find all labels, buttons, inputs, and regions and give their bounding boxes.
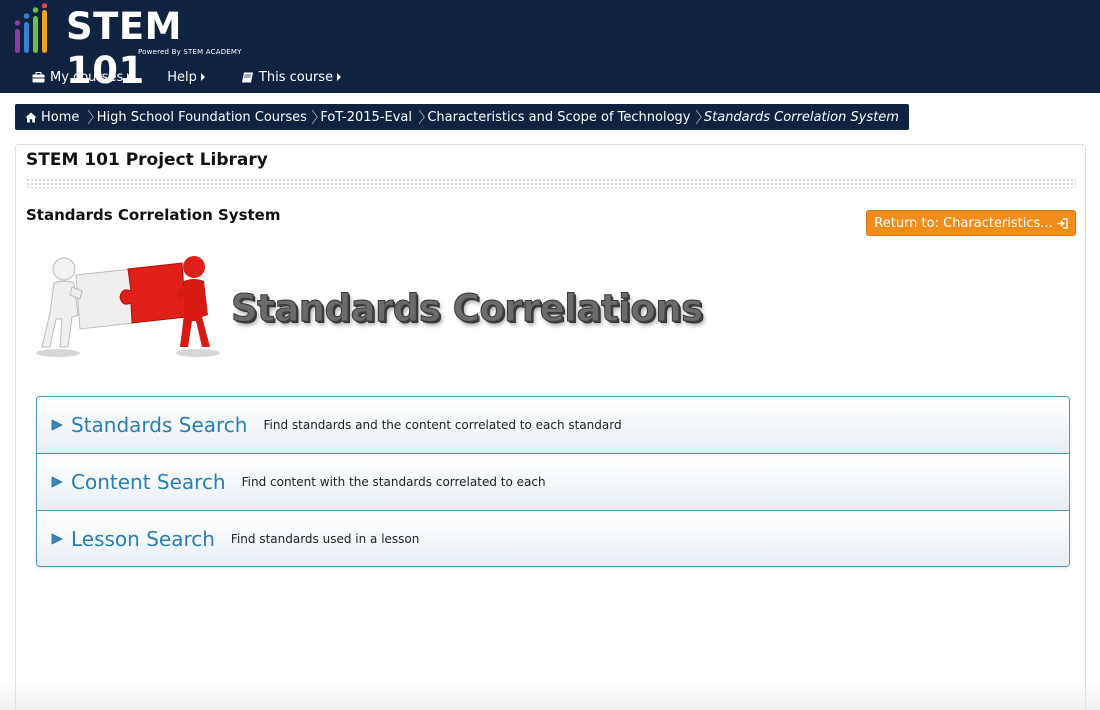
banner-text: Standards Correlations	[231, 287, 704, 331]
triangle-right-icon	[51, 533, 63, 544]
book-icon	[241, 72, 253, 82]
lesson-search-link[interactable]: Lesson Search	[71, 527, 215, 551]
triangle-right-icon	[51, 419, 63, 431]
breadcrumb-label: Characteristics and Scope of Technology	[427, 109, 691, 125]
nav-label: Help	[167, 69, 197, 85]
breadcrumb: Home High School Foundation Courses FoT-…	[15, 104, 909, 130]
caret-right-icon	[337, 73, 342, 81]
main-nav: My courses Help This course	[32, 67, 377, 87]
nav-label: This course	[258, 69, 334, 85]
breadcrumb-home[interactable]: Home	[15, 104, 87, 130]
content-search-row[interactable]: Content Search Find content with the sta…	[37, 454, 1069, 511]
logo-subtitle: Powered By STEM ACADEMY	[138, 48, 242, 56]
breadcrumb-label: Standards Correlation System	[703, 109, 899, 125]
section-title: Standards Correlation System	[26, 206, 281, 224]
sign-in-icon	[1057, 217, 1068, 229]
standards-search-row[interactable]: Standards Search Find standards and the …	[37, 397, 1069, 454]
breadcrumb-separator-icon	[311, 109, 318, 125]
lesson-search-row[interactable]: Lesson Search Find standards used in a l…	[37, 511, 1069, 566]
bar-chart-logo-icon	[14, 3, 48, 53]
stem101-logo[interactable]: STEM 101 Powered By STEM ACADEMY	[14, 3, 254, 92]
return-button-label: Return to: Characteristics...	[874, 215, 1053, 231]
content-search-link[interactable]: Content Search	[71, 470, 226, 494]
breadcrumb-separator-icon	[418, 109, 425, 125]
caret-right-icon	[200, 73, 205, 81]
briefcase-icon	[32, 71, 45, 82]
nav-help[interactable]: Help	[167, 70, 205, 85]
breadcrumb-separator-icon	[695, 109, 702, 125]
breadcrumb-separator-icon	[88, 109, 95, 125]
breadcrumb-label: Home	[41, 109, 80, 125]
puzzle-figures-illustration-icon	[36, 256, 220, 357]
breadcrumb-item-fot-2015-eval[interactable]: FoT-2015-Eval	[318, 104, 418, 130]
breadcrumb-item-characteristics[interactable]: Characteristics and Scope of Technology	[425, 104, 694, 130]
site-header: STEM 101 Powered By STEM ACADEMY My cour…	[0, 0, 1100, 93]
breadcrumb-current: Standards Correlation System	[702, 104, 909, 130]
nav-label: My courses	[50, 69, 124, 85]
home-icon	[25, 112, 37, 122]
nav-this-course[interactable]: This course	[241, 69, 342, 85]
breadcrumb-item-hs-foundation[interactable]: High School Foundation Courses	[95, 104, 311, 130]
nav-my-courses[interactable]: My courses	[32, 69, 132, 85]
standards-correlations-banner: Standards Correlations	[36, 255, 704, 365]
dotted-divider	[26, 178, 1076, 188]
caret-right-icon	[127, 73, 132, 81]
breadcrumb-label: High School Foundation Courses	[96, 109, 307, 125]
search-options-list: Standards Search Find standards and the …	[36, 396, 1070, 567]
main-panel: STEM 101 Project Library Standards Corre…	[15, 144, 1086, 710]
standards-search-link[interactable]: Standards Search	[71, 413, 247, 437]
triangle-right-icon	[51, 476, 63, 488]
standards-search-description: Find standards and the content correlate…	[263, 418, 622, 432]
lesson-search-description: Find standards used in a lesson	[230, 531, 420, 546]
content-search-description: Find content with the standards correlat…	[241, 475, 546, 489]
breadcrumb-label: FoT-2015-Eval	[320, 109, 412, 125]
return-button[interactable]: Return to: Characteristics...	[866, 210, 1076, 236]
page-title: STEM 101 Project Library	[26, 150, 268, 170]
